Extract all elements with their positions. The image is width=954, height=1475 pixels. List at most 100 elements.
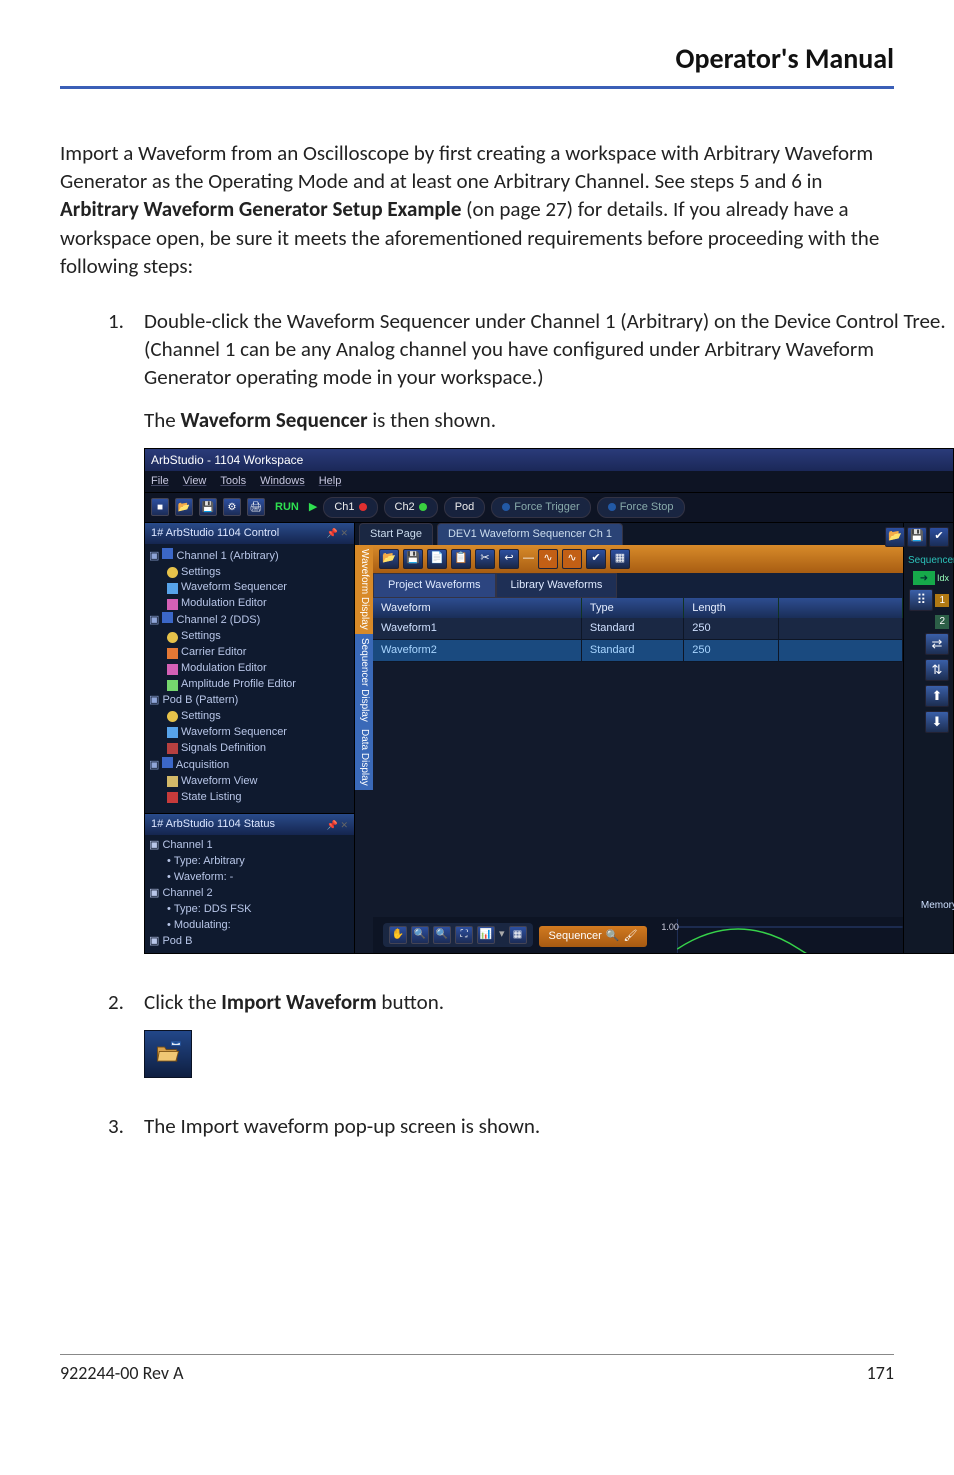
toolbar-force-trigger[interactable]: Force Trigger [491, 497, 590, 518]
ob-icon-wave2[interactable]: ∿ [562, 549, 582, 569]
import-waveform-button-icon[interactable] [144, 1030, 192, 1078]
vtab-waveform-display[interactable]: Waveform Display [355, 545, 373, 634]
bottom-sequencer-button[interactable]: Sequencer 🔍 🖌 [539, 926, 648, 947]
bot-icon-zoomout[interactable]: 🔍 [433, 926, 451, 944]
toolbar-ch2-button[interactable]: Ch2 [384, 497, 438, 518]
pod-label: Pod [455, 500, 475, 515]
ob-icon-grid[interactable]: ▦ [610, 549, 630, 569]
force-stop-dot-icon [608, 503, 616, 511]
tree-waveform-view[interactable]: Waveform View [181, 774, 257, 790]
rs-btn-swap[interactable]: ⇄ [925, 633, 949, 655]
status-tree: ▣ Channel 1 • Type: Arbitrary • Waveform… [145, 835, 354, 953]
center-area: Start Page DEV1 Waveform Sequencer Ch 1 … [355, 523, 903, 953]
step-1: 1. Double-click the Waveform Sequencer u… [108, 307, 894, 970]
menu-tools[interactable]: Tools [220, 474, 246, 489]
tab-dev1-sequencer[interactable]: DEV1 Waveform Sequencer Ch 1 [437, 523, 623, 545]
grid-col-length[interactable]: Length [684, 598, 779, 619]
rs-icon-2[interactable]: 💾 [907, 527, 927, 547]
bot-icon-grid[interactable]: ▦ [509, 926, 527, 944]
rs-icon-1[interactable]: 📂 [885, 527, 905, 547]
panel-pin-close-icons[interactable]: 📌 ✕ [327, 527, 348, 539]
device-control-tree[interactable]: ▣ Channel 1 (Arbitrary) Settings Wavefor… [145, 544, 354, 814]
tree-waveform-sequencer-2[interactable]: Waveform Sequencer [181, 725, 287, 741]
grid-r1-length: 250 [684, 618, 779, 639]
ob-icon-5[interactable]: ✂ [475, 549, 495, 569]
step-1-p1: Double-click the Waveform Sequencer unde… [144, 307, 954, 392]
rs-btn-down[interactable]: ⬇ [925, 711, 949, 733]
ob-icon-wave1[interactable]: ∿ [538, 549, 558, 569]
ob-icon-2[interactable]: 💾 [403, 549, 423, 569]
memory-label: Memory [921, 899, 954, 913]
tree-waveform-sequencer[interactable]: Waveform Sequencer [181, 580, 287, 596]
grid-r2-type: Standard [582, 640, 684, 661]
step-3-text: The Import waveform pop-up screen is sho… [144, 1112, 894, 1140]
toolbar-icon-print[interactable]: 🖨 [247, 498, 265, 516]
rs-icon-3[interactable]: ✔ [929, 527, 949, 547]
sequence-slot-1[interactable]: ⠿ [909, 589, 933, 611]
grid-row-2[interactable]: Waveform2 Standard 250 [373, 640, 903, 662]
document-tabs: Start Page DEV1 Waveform Sequencer Ch 1 [355, 523, 903, 545]
grid-col-waveform[interactable]: Waveform [373, 598, 582, 619]
vtab-sequencer-display[interactable]: Sequencer Display [355, 634, 373, 726]
import-waveform-icon[interactable]: 📂 [379, 549, 399, 569]
toolbar-pod-button[interactable]: Pod [444, 497, 486, 518]
tree-channel2[interactable]: Channel 2 (DDS) [177, 614, 261, 626]
menu-help[interactable]: Help [319, 474, 342, 489]
idx-1: 1 [935, 594, 949, 608]
tab-start-page[interactable]: Start Page [359, 523, 433, 545]
ch1-label: Ch1 [334, 500, 354, 515]
page-footer: 922244-00 Rev A 171 [60, 1354, 894, 1385]
play-icon[interactable]: ▶ [309, 500, 317, 515]
menu-view[interactable]: View [183, 474, 207, 489]
toolbar-run-label[interactable]: RUN [275, 500, 299, 515]
step-3-number: 3. [108, 1112, 144, 1154]
rs-btn-up[interactable]: ⬆ [925, 685, 949, 707]
bot-icon-hand[interactable]: ✋ [389, 926, 407, 944]
tree-acquisition[interactable]: Acquisition [176, 759, 229, 771]
tree-carrier-editor[interactable]: Carrier Editor [181, 645, 246, 661]
control-panel-title-text: 1# ArbStudio 1104 Control [151, 526, 279, 541]
toolbar-icon-save[interactable]: 💾 [199, 498, 217, 516]
menu-file[interactable]: File [151, 474, 169, 489]
idx-2: 2 [935, 615, 949, 629]
bot-icon-chart[interactable]: 📊 [477, 926, 495, 944]
rs-btn-move[interactable]: ⇅ [925, 659, 949, 681]
grid-row-1[interactable]: Waveform1 Standard 250 [373, 618, 903, 640]
tree-modulation-editor-2[interactable]: Modulation Editor [181, 661, 267, 677]
tree-state-listing[interactable]: State Listing [181, 790, 242, 806]
folder-import-icon [154, 1040, 182, 1068]
modulation-icon-2 [167, 664, 178, 675]
subtab-project-waveforms[interactable]: Project Waveforms [373, 573, 496, 598]
bot-icon-zoomin[interactable]: 🔍 [411, 926, 429, 944]
tree-amplitude-editor[interactable]: Amplitude Profile Editor [181, 677, 296, 693]
toolbar-ch1-button[interactable]: Ch1 [323, 497, 377, 518]
ob-icon-4[interactable]: 📋 [451, 549, 471, 569]
tree-pod-b[interactable]: Pod B (Pattern) [162, 694, 238, 706]
gear-icon-3 [167, 711, 178, 722]
carrier-icon [167, 648, 178, 659]
toolbar-icon-stop[interactable]: ■ [151, 498, 169, 516]
tree-settings[interactable]: Settings [181, 565, 221, 581]
status-panel-pin-close-icons[interactable]: 📌 ✕ [327, 819, 348, 831]
bot-icon-fit[interactable]: ⛶ [455, 926, 473, 944]
menu-windows[interactable]: Windows [260, 474, 305, 489]
tree-channel1[interactable]: Channel 1 (Arbitrary) [177, 550, 279, 562]
toolbar-force-stop[interactable]: Force Stop [597, 497, 685, 518]
tree-settings-3[interactable]: Settings [181, 709, 221, 725]
ob-icon-3[interactable]: 📄 [427, 549, 447, 569]
step-1-p2a: The [144, 407, 180, 433]
ob-icon-check[interactable]: ✔ [586, 549, 606, 569]
ob-icon-6[interactable]: ↩ [499, 549, 519, 569]
tree-signals-definition[interactable]: Signals Definition [181, 741, 266, 757]
subtab-library-waveforms[interactable]: Library Waveforms [496, 573, 618, 598]
grid-col-type[interactable]: Type [582, 598, 684, 619]
sequencer-toolbar: 📂 💾 📄 📋 ✂ ↩ — ∿ ∿ ✔ [373, 545, 903, 573]
force-trigger-label: Force Trigger [514, 500, 579, 515]
tree-modulation-editor[interactable]: Modulation Editor [181, 596, 267, 612]
tree-settings-2[interactable]: Settings [181, 629, 221, 645]
vtab-data-display[interactable]: Data Display [355, 725, 373, 790]
step-2-p1b: Import Waveform [221, 989, 376, 1015]
toolbar-icon-open[interactable]: 📂 [175, 498, 193, 516]
toolbar-icon-config[interactable]: ⚙ [223, 498, 241, 516]
sine-plot-icon [659, 919, 903, 953]
